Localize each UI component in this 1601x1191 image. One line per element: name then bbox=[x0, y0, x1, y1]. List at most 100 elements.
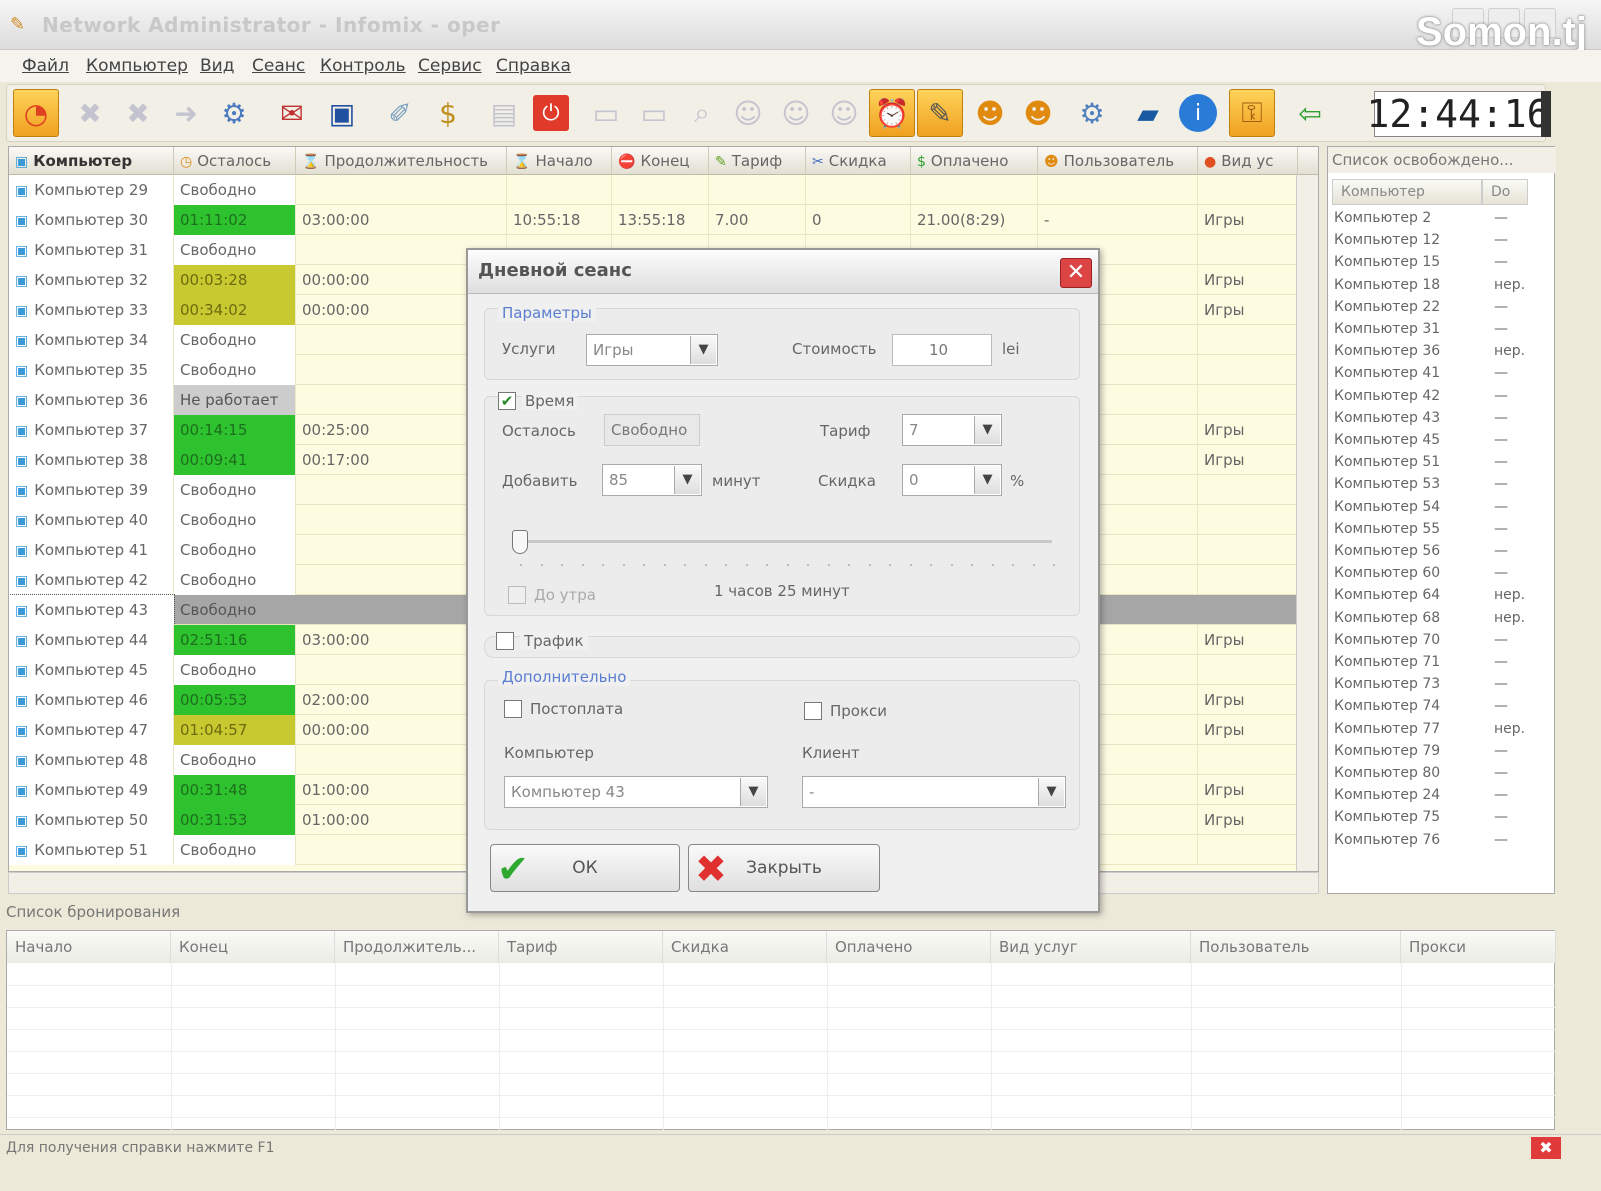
menu-file[interactable]: Файл bbox=[22, 56, 69, 76]
col-end[interactable]: ⛔ Конец bbox=[612, 147, 709, 175]
list-item[interactable]: Компьютер 42— bbox=[1334, 385, 1534, 407]
list-item[interactable]: Компьютер 79— bbox=[1334, 740, 1534, 762]
tools-icon[interactable]: ✎ bbox=[917, 89, 963, 137]
list-item[interactable]: Компьютер 22— bbox=[1334, 296, 1534, 318]
list-item[interactable]: Компьютер 31— bbox=[1334, 318, 1534, 340]
list-item[interactable]: Компьютер 2— bbox=[1334, 207, 1534, 229]
message-icon[interactable]: ✉ bbox=[269, 89, 315, 137]
time-slider-thumb[interactable] bbox=[512, 530, 528, 554]
stop-icon[interactable]: ✖ bbox=[67, 89, 113, 137]
menu-computer[interactable]: Компьютер bbox=[86, 56, 188, 76]
session-start-icon[interactable]: ◔ bbox=[13, 89, 59, 137]
list-item[interactable]: Компьютер 51— bbox=[1334, 451, 1534, 473]
power-icon[interactable]: ⏻ bbox=[533, 95, 569, 131]
col-service[interactable]: ● Вид ус bbox=[1198, 147, 1298, 175]
col-left[interactable]: ◷ Осталось bbox=[174, 147, 296, 175]
user3-icon[interactable]: ☺ bbox=[821, 89, 867, 137]
col-discount[interactable]: ✂ Скидка bbox=[806, 147, 911, 175]
window2-icon[interactable]: ▭ bbox=[631, 89, 677, 137]
booking-col-discount[interactable]: Скидка bbox=[663, 931, 827, 963]
stop-all-icon[interactable]: ✖ bbox=[115, 89, 161, 137]
toolbar-handle[interactable] bbox=[1541, 91, 1551, 137]
list-item[interactable]: Компьютер 43— bbox=[1334, 407, 1534, 429]
client-select[interactable]: - ▼ bbox=[802, 776, 1066, 808]
list-item[interactable]: Компьютер 74— bbox=[1334, 695, 1534, 717]
list-item[interactable]: Компьютер 77 нер. bbox=[1334, 718, 1534, 740]
close-button[interactable]: ✖ Закрыть bbox=[688, 844, 880, 892]
list-item[interactable]: Компьютер 18 нер. bbox=[1334, 274, 1534, 296]
booking-col-end[interactable]: Конец bbox=[171, 931, 335, 963]
grid-vertical-scrollbar[interactable] bbox=[1296, 175, 1318, 871]
menu-help[interactable]: Справка bbox=[496, 56, 571, 76]
book-icon[interactable]: ▰ bbox=[1125, 89, 1171, 137]
menu-control[interactable]: Контроль bbox=[320, 56, 406, 76]
col-tariff[interactable]: ✎ Тариф bbox=[709, 147, 806, 175]
col-user[interactable]: ☻ Пользователь bbox=[1038, 147, 1198, 175]
time-checkbox[interactable]: ✔ bbox=[498, 392, 516, 410]
computer-select[interactable]: Компьютер 43 ▼ bbox=[504, 776, 768, 808]
list-item[interactable]: Компьютер 24— bbox=[1334, 784, 1534, 806]
booking-col-user[interactable]: Пользователь bbox=[1191, 931, 1401, 963]
settings-check-icon[interactable]: ⚙ bbox=[211, 89, 257, 137]
menu-view[interactable]: Вид bbox=[200, 56, 234, 76]
money-bag-icon[interactable]: $ bbox=[425, 89, 471, 137]
exit-icon[interactable]: ⇦ bbox=[1287, 89, 1333, 137]
list-item[interactable]: Компьютер 68 нер. bbox=[1334, 607, 1534, 629]
list-item[interactable]: Компьютер 70— bbox=[1334, 629, 1534, 651]
list-item[interactable]: Компьютер 80— bbox=[1334, 762, 1534, 784]
list-item[interactable]: Компьютер 53— bbox=[1334, 473, 1534, 495]
booking-col-start[interactable]: Начало bbox=[7, 931, 171, 963]
until-morning-checkbox[interactable] bbox=[508, 586, 526, 604]
list-item[interactable]: Компьютер 12— bbox=[1334, 229, 1534, 251]
tariff-select[interactable]: 7 ▼ bbox=[902, 414, 1002, 446]
menu-service[interactable]: Сервис bbox=[418, 56, 482, 76]
list-item[interactable]: Компьютер 41— bbox=[1334, 362, 1534, 384]
booking-col-proxy[interactable]: Прокси bbox=[1401, 931, 1556, 963]
cost-field[interactable]: 10 bbox=[892, 334, 992, 366]
tag-icon[interactable]: ✐ bbox=[377, 89, 423, 137]
time-slider-track[interactable] bbox=[516, 540, 1052, 543]
list-item[interactable]: Компьютер 15— bbox=[1334, 251, 1534, 273]
discount-select[interactable]: 0 ▼ bbox=[902, 464, 1002, 496]
list-item[interactable]: Компьютер 54— bbox=[1334, 496, 1534, 518]
free-col-computer[interactable]: Компьютер bbox=[1332, 179, 1482, 205]
users-group-icon[interactable]: ☻ bbox=[1015, 89, 1061, 137]
table-row[interactable]: ▣ Компьютер 30 01:11:02 03:00:00 10:55:18 13:… bbox=[9, 205, 1318, 235]
search-icon[interactable]: ⌕ bbox=[679, 89, 725, 137]
info-icon[interactable]: i bbox=[1179, 94, 1217, 132]
list-item[interactable]: Компьютер 73— bbox=[1334, 673, 1534, 695]
list-item[interactable]: Компьютер 75— bbox=[1334, 806, 1534, 828]
window-icon[interactable]: ▭ bbox=[583, 89, 629, 137]
menu-session[interactable]: Сеанс bbox=[252, 56, 305, 76]
user2-icon[interactable]: ☺ bbox=[773, 89, 819, 137]
proxy-checkbox[interactable] bbox=[804, 702, 822, 720]
booking-col-duration[interactable]: Продолжитель... bbox=[335, 931, 499, 963]
dialog-close-button[interactable]: ✕ bbox=[1060, 258, 1092, 288]
booking-col-tariff[interactable]: Тариф bbox=[499, 931, 663, 963]
transfer-icon[interactable]: ➜ bbox=[163, 89, 209, 137]
table-row[interactable]: ▣ Компьютер 29 Свободно bbox=[9, 175, 1318, 205]
list-item[interactable]: Компьютер 56— bbox=[1334, 540, 1534, 562]
user-icon[interactable]: ☺ bbox=[725, 89, 771, 137]
list-item[interactable]: Компьютер 64 нер. bbox=[1334, 584, 1534, 606]
key-icon[interactable]: ⚿ bbox=[1229, 89, 1275, 137]
booking-col-paid[interactable]: Оплачено bbox=[827, 931, 991, 963]
list-item[interactable]: Компьютер 55— bbox=[1334, 518, 1534, 540]
booking-col-service[interactable]: Вид услуг bbox=[991, 931, 1191, 963]
list-item[interactable]: Компьютер 45— bbox=[1334, 429, 1534, 451]
col-duration[interactable]: ⌛ Продолжительность bbox=[296, 147, 507, 175]
list-item[interactable]: Компьютер 36 нер. bbox=[1334, 340, 1534, 362]
alarm-clock-icon[interactable]: ⏰ bbox=[869, 89, 915, 137]
traffic-checkbox[interactable] bbox=[496, 632, 514, 650]
list-item[interactable]: Компьютер 71— bbox=[1334, 651, 1534, 673]
gear-icon[interactable]: ⚙ bbox=[1069, 89, 1115, 137]
add-minutes-select[interactable]: 85 ▼ bbox=[602, 464, 702, 496]
list-item[interactable]: Компьютер 76— bbox=[1334, 829, 1534, 851]
free-col-do[interactable]: Do bbox=[1482, 179, 1528, 205]
services-select[interactable]: Игры ▼ bbox=[586, 334, 718, 366]
col-paid[interactable]: $ Оплачено bbox=[911, 147, 1038, 175]
col-start[interactable]: ⌛ Начало bbox=[507, 147, 612, 175]
monitor-icon[interactable]: ▣ bbox=[319, 89, 365, 137]
user-card-icon[interactable]: ☻ bbox=[967, 89, 1013, 137]
print-icon[interactable]: ▤ bbox=[481, 89, 527, 137]
